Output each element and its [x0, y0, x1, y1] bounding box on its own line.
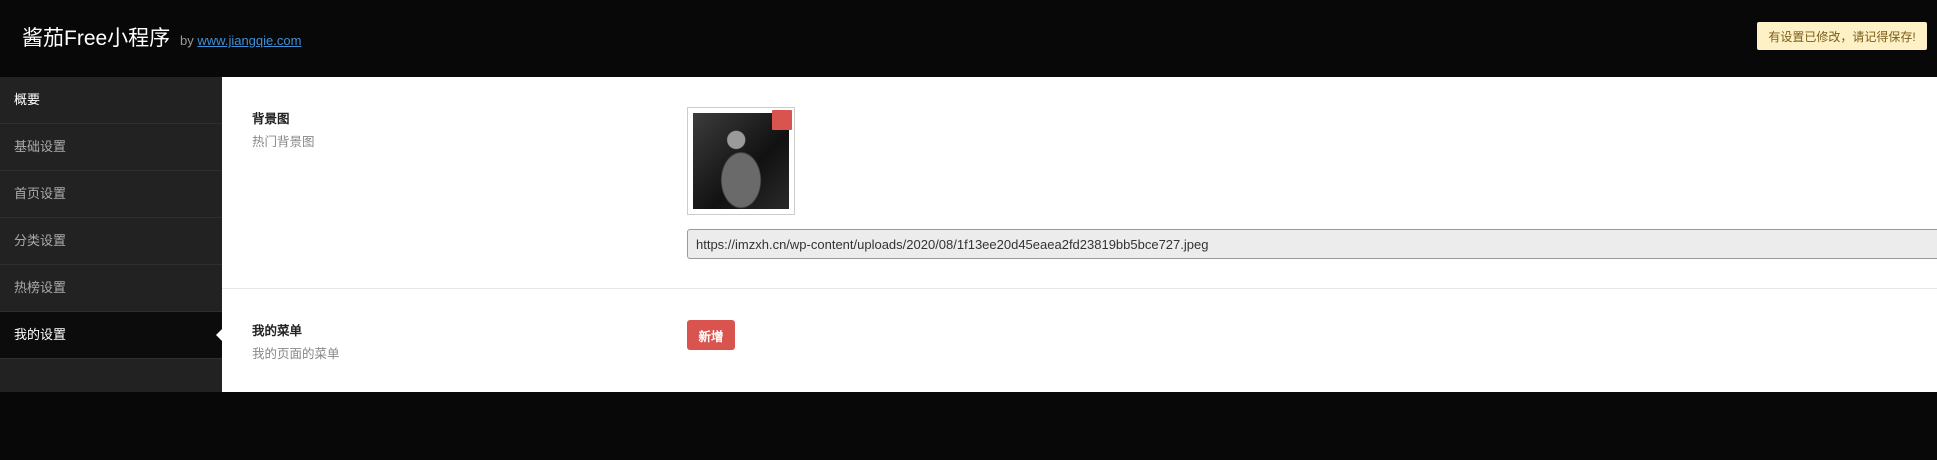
background-image-preview[interactable] — [687, 107, 795, 215]
sidebar: 概要 基础设置 首页设置 分类设置 热榜设置 我的设置 — [0, 77, 222, 392]
main-content: 背景图 热门背景图 我的菜单 我的页面的菜单 新增 — [222, 77, 1937, 392]
site-link[interactable]: www.jiangqie.com — [197, 33, 301, 48]
setting-row-background: 背景图 热门背景图 — [222, 77, 1937, 289]
sidebar-item-hot[interactable]: 热榜设置 — [0, 265, 222, 312]
sidebar-item-mine[interactable]: 我的设置 — [0, 312, 222, 359]
menu-title: 我的菜单 — [252, 324, 303, 338]
brand-by: by www.jiangqie.com — [180, 33, 301, 48]
sidebar-item-basic[interactable]: 基础设置 — [0, 124, 222, 171]
sidebar-item-home[interactable]: 首页设置 — [0, 171, 222, 218]
app-title: 酱茄Free小程序 — [22, 27, 171, 50]
background-desc: 热门背景图 — [252, 135, 315, 149]
sidebar-item-category[interactable]: 分类设置 — [0, 218, 222, 265]
add-menu-button[interactable]: 新增 — [687, 320, 735, 350]
setting-row-menu: 我的菜单 我的页面的菜单 新增 — [222, 289, 1937, 392]
sidebar-item-overview[interactable]: 概要 — [0, 77, 222, 124]
top-bar: 酱茄Free小程序 by www.jiangqie.com 有设置已修改，请记得… — [0, 0, 1937, 77]
unsaved-notice: 有设置已修改，请记得保存! — [1757, 22, 1927, 50]
brand: 酱茄Free小程序 by www.jiangqie.com — [22, 22, 301, 52]
delete-image-button[interactable] — [772, 110, 792, 130]
background-url-input[interactable] — [687, 229, 1937, 259]
by-text: by — [180, 33, 194, 48]
menu-desc: 我的页面的菜单 — [252, 347, 340, 361]
background-title: 背景图 — [252, 112, 290, 126]
